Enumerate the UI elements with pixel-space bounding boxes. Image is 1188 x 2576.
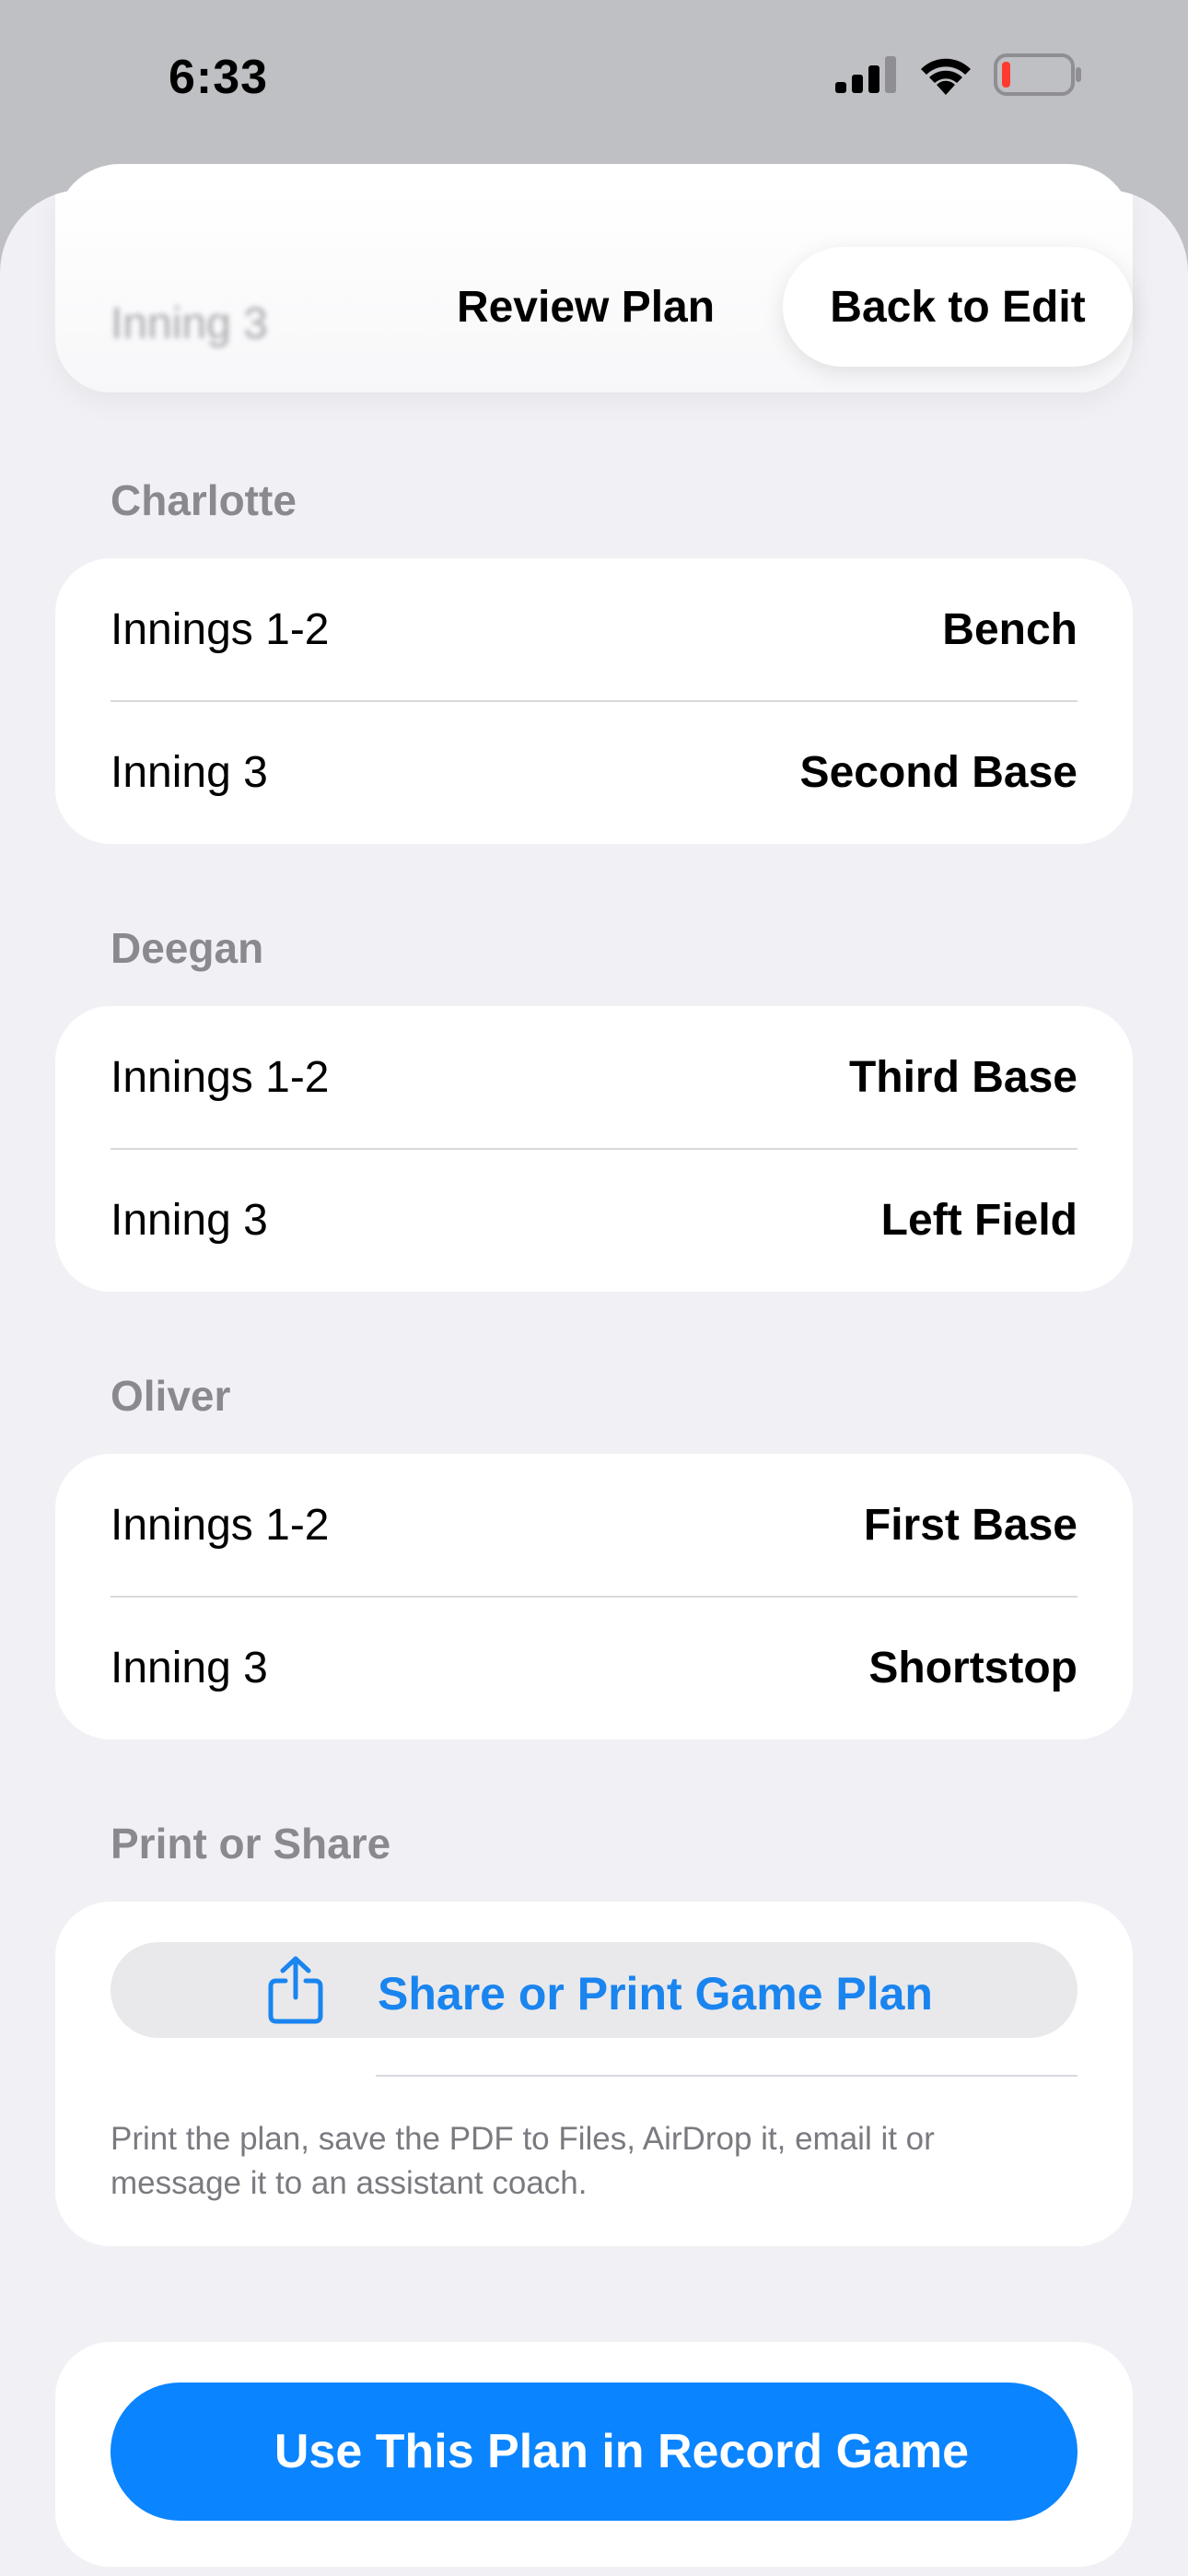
signal-icon <box>835 56 896 93</box>
record-card: Use This Plan in Record Game <box>55 2342 1133 2567</box>
share-print-button[interactable]: Share or Print Game Plan <box>111 1942 1077 2038</box>
assignment-position: Third Base <box>848 1053 1077 1102</box>
assignment-position: Second Base <box>799 748 1077 797</box>
blurred-row-label: Inning 3 <box>111 299 268 348</box>
share-icon <box>268 1956 323 2024</box>
assignment-row: Innings 1-2 Bench <box>111 558 1077 701</box>
assignment-position: Bench <box>942 605 1077 654</box>
assignment-innings: Inning 3 <box>111 748 268 797</box>
wifi-icon <box>921 58 971 95</box>
share-caption: Print the plan, save the PDF to Files, A… <box>111 2121 935 2201</box>
review-plan-sheet: Inning 3 Review Plan Back to Edit Charlo… <box>0 190 1188 2576</box>
status-time: 6:33 <box>169 51 269 104</box>
assignment-row: Innings 1-2 Third Base <box>111 1006 1077 1149</box>
assignment-position: Shortstop <box>868 1644 1077 1692</box>
use-plan-label: Use This Plan in Record Game <box>274 2425 970 2478</box>
player-header-oliver: Oliver <box>111 1372 231 1420</box>
assignment-row: Inning 3 Left Field <box>111 1149 1077 1292</box>
assignment-position: First Base <box>863 1501 1077 1550</box>
player-header-charlotte: Charlotte <box>111 476 297 524</box>
assignment-row: Inning 3 Shortstop <box>111 1597 1077 1739</box>
player-card-deegan: Innings 1-2 Third Base Inning 3 Left Fie… <box>55 1006 1133 1292</box>
assignment-innings: Innings 1-2 <box>111 1501 330 1550</box>
assignment-innings: Innings 1-2 <box>111 1053 330 1102</box>
assignment-row: Innings 1-2 First Base <box>111 1454 1077 1597</box>
assignment-row: Inning 3 Second Base <box>111 701 1077 844</box>
player-card-oliver: Innings 1-2 First Base Inning 3 Shortsto… <box>55 1454 1133 1739</box>
player-card-charlotte: Innings 1-2 Bench Inning 3 Second Base <box>55 558 1133 844</box>
row-divider <box>376 2075 1077 2077</box>
assignment-position: Left Field <box>880 1196 1077 1245</box>
back-to-edit-button[interactable]: Back to Edit <box>783 247 1133 367</box>
share-print-label: Share or Print Game Plan <box>378 1968 933 2020</box>
battery-icon <box>994 53 1081 96</box>
section-header-print-share: Print or Share <box>111 1820 391 1868</box>
assignment-innings: Inning 3 <box>111 1196 268 1245</box>
status-icons <box>835 53 1082 96</box>
assignment-innings: Inning 3 <box>111 1644 268 1692</box>
assignment-innings: Innings 1-2 <box>111 605 330 654</box>
share-card: Share or Print Game Plan Print the plan,… <box>55 1902 1133 2246</box>
status-bar: 6:33 <box>0 0 1188 157</box>
player-header-deegan: Deegan <box>111 924 264 972</box>
use-plan-in-record-game-button[interactable]: Use This Plan in Record Game <box>111 2383 1077 2521</box>
